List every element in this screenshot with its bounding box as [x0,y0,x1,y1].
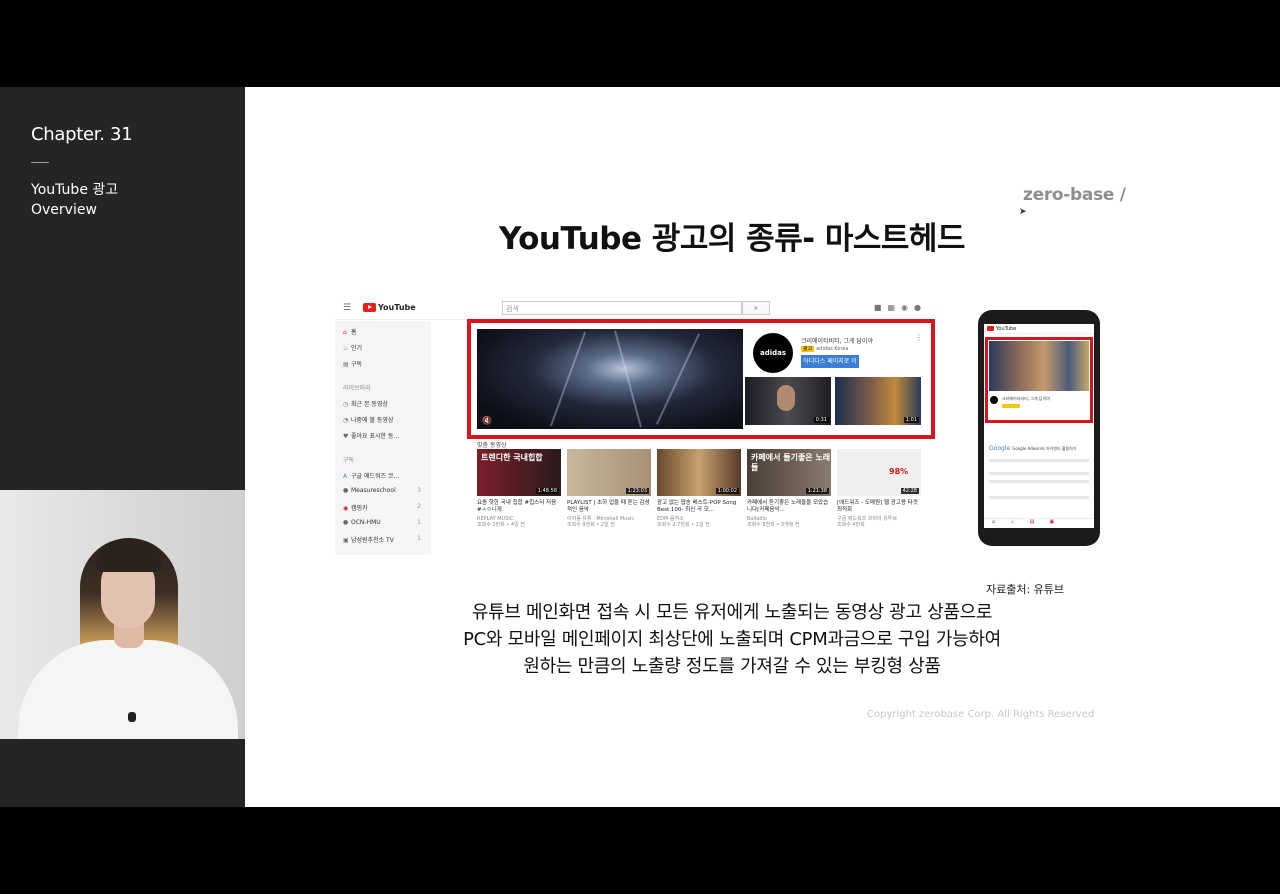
library-heading: 라이브러리 [343,385,371,392]
guide-watch-later: ◔ 나중에 볼 동영상 [343,417,394,424]
guide-history: ◷ 최근 본 동영상 [343,401,388,408]
subscriptions-icon: ▤ [343,361,349,368]
thumbs-up-icon: ♥ [343,433,349,440]
sub-item: A 구글 애드워즈 코... [343,473,400,480]
slide-title: YouTube 광고의 종류- 마스트헤드 [499,221,965,257]
presenter-webcam [0,490,245,739]
masthead-ad: 🔇 adidas 크리에이티비티, 그게 답이야 광고 adidas Korea … [467,319,935,439]
sub-count: 1 [417,535,421,542]
avatar: ● [343,487,349,494]
masthead-video: 🔇 [477,329,743,429]
mobile-phone-screenshot: YouTube 크리에이티비티, 그게 답이야 Google Google Ad… [978,310,1100,546]
description-line: 원하는 만큼의 노출량 정도를 가져갈 수 있는 부킹형 상품 [523,656,941,677]
topbar-icons: ■▦◉● [873,303,927,312]
ad-cta-button: 아디다스 페이지로 이동 [801,355,859,378]
video-card: 카페에서 들기좋은 노래들 1:21:38 카페에서 듣기좋은 노래들을 모았습니… [747,449,831,549]
phone-bottom-nav: ⌂♨▤▣ [984,518,1094,528]
youtube-play-icon [363,303,376,312]
phone-masthead-ad: 크리에이티비티, 그게 답이야 [985,337,1093,423]
copyright-text: Copyright zerobase Corp. All Rights Rese… [867,709,1095,720]
description-line: PC와 모바일 메인페이지 최상단에 노출되며 CPM과금으로 구입 가능하여 [463,629,1001,650]
guide-home: ⌂ 홈 [343,329,357,336]
masthead-thumbnail: 1:01 [835,377,921,425]
avatar: ▣ [343,537,349,544]
avatar: ◉ [343,505,349,512]
guide-trending: ♨ 인기 [343,345,363,352]
chapter-label: Chapter. 31 [31,124,133,145]
topic-label: YouTube 광고 Overview [31,180,118,220]
video-card: 1:23:03 PLAYLIST | 초하 업을 때 듣는 감성적인 음악 이야… [567,449,651,549]
ad-title: 크리에이티비티, 그게 답이야 [801,338,873,345]
video-card: 트렌디한 국내힙합 1:48:58 요즘 핫한 국내 힙합 #힙스터 저음 #ㅅㅇ… [477,449,561,549]
masthead-thumbnail: 0:31 [745,377,831,425]
lecture-slide: zero-base / ➤ YouTube 광고의 종류- 마스트헤드 ☰ Yo… [245,87,1280,807]
phone-screen: YouTube 크리에이티비티, 그게 답이야 Google Google Ad… [984,324,1094,528]
youtube-topbar: ☰ YouTube 검색 ⌕ ■▦◉● [335,297,935,320]
topic-line-1: YouTube 광고 [31,182,119,198]
phone-youtube-bar: YouTube [984,324,1094,334]
adwords-icon: A [343,473,348,480]
youtube-logo: YouTube [378,303,416,312]
flame-icon: ♨ [343,345,349,352]
video-card: 98% 42:28 [애드워즈 - 도매원] 웹 광고용 타겟 최적화 구글 애드… [837,449,921,549]
video-card: 1:00:02 광고 없는 팝송 베스트-POP Song Best 100- … [657,449,741,549]
description-line: 유튜브 메인화면 접속 시 모든 유저에게 노출되는 동영상 광고 상품으로 [471,602,993,623]
sub-count: 2 [417,503,421,510]
letterbox-bottom [0,807,1280,894]
mute-icon: 🔇 [482,416,492,425]
adidas-logo [990,396,998,404]
sub-count: 3 [417,487,421,494]
source-caption: 자료출처: 유튜브 [986,583,1065,596]
sub-item: ● Measureschool [343,487,396,494]
sub-item: ● OCN-HMU [343,519,381,526]
section-title: 맞춤 동영상 [477,442,507,449]
sub-item: ▣ 남성원추천소 TV [343,537,394,544]
history-icon: ◷ [343,401,349,408]
youtube-homepage-screenshot: ☰ YouTube 검색 ⌕ ■▦◉● ⌂ 홈 ♨ 인기 ▤ 구독 라이브러리 ◷ 최근… [335,297,935,555]
video-grid: 트렌디한 국내힙합 1:48:58 요즘 핫한 국내 힙합 #힙스터 저음 #ㅅㅇ… [477,449,927,549]
zero-base-logo: zero-base / [1023,185,1126,205]
lapel-mic [128,712,136,722]
adidas-logo: adidas [753,333,793,373]
phone-google-card: Google Google Adwords 아이덴티 활용하기 [989,445,1077,452]
ad-badge: 광고 adidas Korea [801,346,849,352]
clock-icon: ◔ [343,417,349,424]
subs-heading: 구독 [343,457,355,464]
guide-liked: ♥ 좋아요 표시한 동... [343,433,400,440]
search-icon: ⌕ [742,301,770,315]
sub-count: 1 [417,519,421,526]
chapter-divider [31,162,49,163]
more-icon: ⋮ [915,333,923,342]
youtube-search-input: 검색 [502,301,742,315]
hamburger-icon: ☰ [343,303,352,313]
guide-subscriptions: ▤ 구독 [343,361,363,368]
youtube-guide-sidebar: ⌂ 홈 ♨ 인기 ▤ 구독 라이브러리 ◷ 최근 본 동영상 ◔ 나중에 볼 동영상 ♥ 좋… [335,321,431,555]
letterbox-top [0,0,1280,87]
avatar: ● [343,519,349,526]
sub-item: ◉ 캠핑카 [343,505,368,512]
topic-line-2: Overview [31,202,97,218]
slide-description: 유튜브 메인화면 접속 시 모든 유저에게 노출되는 동영상 광고 상품으로 P… [245,599,1219,680]
youtube-play-icon [987,326,994,331]
home-icon: ⌂ [343,329,347,336]
